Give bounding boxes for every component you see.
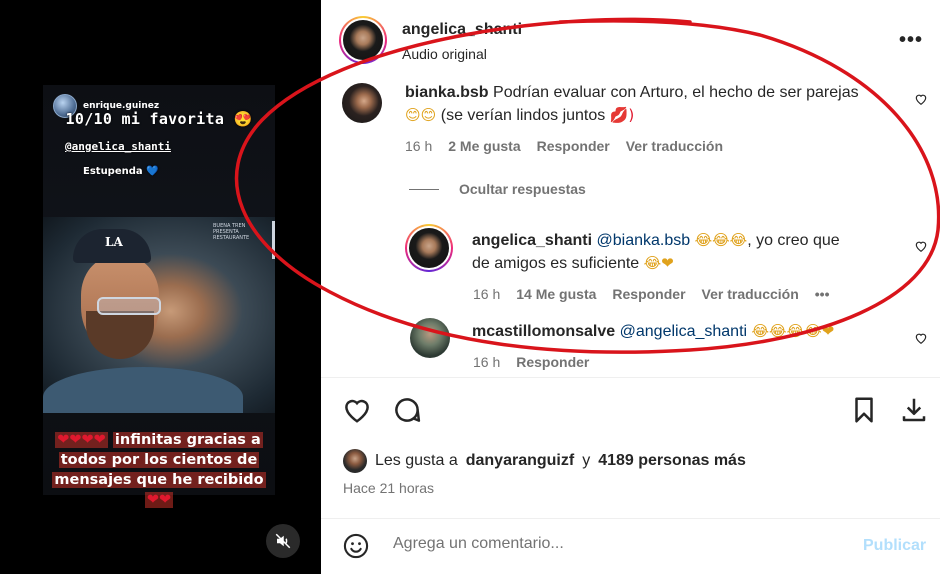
mute-icon (275, 533, 291, 549)
comment-body: , yo creo que (747, 232, 840, 249)
comment-like-heart-icon[interactable] (914, 239, 928, 253)
hearts-icon: ❤❤❤❤ (55, 432, 108, 448)
publish-button[interactable]: Publicar (863, 537, 926, 555)
comment-time: 16 h (405, 138, 433, 154)
story-caption-1: 10/10 mi favorita 😍 (65, 110, 253, 128)
comment-username[interactable]: mcastillomonsalve (472, 323, 615, 340)
laugh-emoji-icon: 😂😂😂😂❤ (751, 322, 835, 340)
audio-link[interactable]: Audio original (402, 46, 487, 62)
story-caption-2: Estupenda 💙 (83, 166, 159, 177)
story-bottom-line-1: ❤❤❤❤ infinitas gracias a (43, 430, 275, 450)
comment-body-2: (se verían lindos juntos (440, 107, 606, 124)
comment-likes[interactable]: 14 Me gusta (516, 286, 596, 302)
comment-meta: 16 h Responder (473, 354, 589, 370)
background-sign: BUENA TREN PRESENTA RESTAURANTE (211, 221, 275, 259)
story-bottom-1: infinitas gracias a (112, 432, 263, 448)
comment-text: angelica_shanti @bianka.bsb 😂😂😂, yo creo… (472, 229, 902, 275)
story-caption-2-text: Estupenda (83, 166, 143, 177)
avatar-img (343, 20, 383, 60)
download-icon[interactable] (899, 395, 929, 425)
mute-button[interactable] (266, 524, 300, 558)
story-bottom-line-2: todos por los cientos de (43, 450, 275, 470)
post-header: angelica_shanti Audio original ••• (321, 0, 940, 70)
story-bottom-line-3: mensajes que he recibido ❤❤ (43, 470, 275, 510)
laugh-emoji-icon: 😂😂😂 (694, 231, 748, 249)
hide-line (409, 188, 439, 190)
comment-username[interactable]: bianka.bsb (405, 84, 489, 101)
reply-button[interactable]: Responder (612, 286, 685, 302)
story-bottom-2: todos por los cientos de (58, 452, 260, 468)
post-media[interactable]: enrique.guinez 10/10 mi favorita 😍 @ange… (0, 0, 321, 574)
translate-button[interactable]: Ver traducción (702, 286, 799, 302)
cap-logo: LA (105, 235, 123, 249)
translate-button[interactable]: Ver traducción (626, 138, 723, 154)
comment-body-2: de amigos es suficiente (472, 255, 640, 272)
story-mention: @angelica_shanti (65, 140, 171, 153)
comment-text: bianka.bsb Podrían evaluar con Arturo, e… (405, 82, 895, 127)
author-username[interactable]: angelica_shanti (402, 21, 522, 39)
comment-icon[interactable] (392, 395, 422, 425)
comment-mention[interactable]: @angelica_shanti (620, 323, 747, 340)
likes-middle: y (582, 452, 591, 469)
comment-avatar[interactable] (410, 318, 450, 358)
comment-meta: 16 h 2 Me gusta Responder Ver traducción (405, 138, 723, 154)
blue-heart-icon: 💙 (146, 166, 159, 177)
comment-mention[interactable]: @bianka.bsb (597, 232, 691, 249)
comment-likes[interactable]: 2 Me gusta (448, 138, 520, 154)
story-image: enrique.guinez 10/10 mi favorita 😍 @ange… (43, 85, 275, 508)
hide-replies-button[interactable]: Ocultar respuestas (409, 181, 586, 197)
post-actions (321, 395, 940, 427)
liker-username[interactable]: danyaranguizf (466, 452, 574, 470)
comment-meta: 16 h 14 Me gusta Responder Ver traducció… (473, 286, 830, 302)
post-time: Hace 21 horas (343, 480, 435, 496)
comment-avatar[interactable] (405, 224, 453, 272)
emoji-icon[interactable] (342, 532, 370, 560)
author-avatar[interactable] (339, 16, 387, 64)
comment-avatar[interactable] (342, 83, 382, 123)
liker-avatar[interactable] (343, 449, 367, 473)
divider (321, 377, 940, 378)
laugh-heart-emoji-icon: 😂❤ (643, 254, 674, 272)
avatar-inner (407, 226, 451, 270)
add-comment-bar: Agrega un comentario... Publicar (321, 519, 940, 574)
story-bottom-text: ❤❤❤❤ infinitas gracias a todos por los c… (43, 430, 275, 510)
more-options-icon[interactable]: ••• (899, 30, 923, 50)
avatar-inner (341, 18, 385, 62)
post-side-panel: angelica_shanti Audio original ••• biank… (321, 0, 940, 574)
smile-emoji-icon: 😊😊 (405, 106, 437, 124)
comment-text: mcastillomonsalve @angelica_shanti 😂😂😂😂❤ (472, 320, 902, 343)
comment-time: 16 h (473, 286, 501, 302)
kiss-emoji-icon: 💋) (609, 106, 635, 124)
avatar-img (409, 228, 449, 268)
comment-username[interactable]: angelica_shanti (472, 232, 592, 249)
story-photo: LA BUENA TREN PRESENTA RESTAURANTE (43, 217, 275, 413)
beard (86, 311, 154, 359)
comment-like-heart-icon[interactable] (914, 92, 928, 106)
story-bottom-3: mensajes que he recibido (52, 472, 266, 488)
comment-input[interactable]: Agrega un comentario... (393, 535, 564, 553)
reply-button[interactable]: Responder (516, 354, 589, 370)
heart-icon[interactable] (342, 395, 372, 425)
likes-summary: Les gusta a danyaranguizf y 4189 persona… (343, 449, 746, 473)
likes-prefix: Les gusta a (375, 452, 458, 469)
glasses (97, 297, 161, 315)
bookmark-icon[interactable] (849, 395, 879, 425)
comment-body: Podrían evaluar con Arturo, el hecho de … (493, 84, 859, 101)
likes-count[interactable]: 4189 personas más (598, 452, 746, 470)
comment-time: 16 h (473, 354, 501, 370)
comment-more-icon[interactable]: ••• (815, 286, 830, 302)
hide-replies-label: Ocultar respuestas (459, 181, 586, 197)
comment-like-heart-icon[interactable] (914, 331, 928, 345)
hearts-tail-icon: ❤❤ (144, 492, 174, 508)
shirt (43, 367, 243, 413)
reply-button[interactable]: Responder (537, 138, 610, 154)
